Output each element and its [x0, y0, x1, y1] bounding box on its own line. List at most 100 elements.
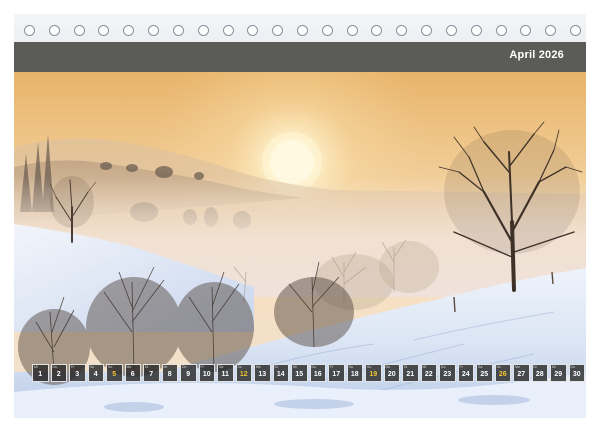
day-cell: Do 9	[180, 364, 197, 382]
day-weekday: Di	[533, 365, 537, 369]
day-weekday: Sa	[89, 365, 94, 369]
day-cell: So 26	[494, 364, 511, 382]
day-number: 9	[186, 371, 191, 378]
day-cell: Fr 24	[457, 364, 474, 382]
day-weekday: Mi	[422, 365, 427, 369]
day-number: 6	[130, 371, 135, 378]
day-weekday: So	[496, 365, 501, 369]
day-cell: Mi 22	[420, 364, 437, 382]
day-weekday: Mo	[126, 365, 132, 369]
day-weekday: Mi	[552, 365, 556, 369]
day-weekday: Do	[570, 365, 575, 369]
spiral-hole	[98, 25, 110, 36]
day-number: 5	[112, 371, 117, 378]
spiral-hole	[421, 25, 433, 36]
day-cell: Mi 1	[32, 364, 49, 382]
day-weekday: Di	[145, 365, 149, 369]
day-weekday: So	[367, 365, 372, 369]
spiral-hole	[396, 25, 408, 36]
spiral-hole	[545, 25, 557, 36]
day-cell: Fr 3	[69, 364, 86, 382]
spiral-hole	[272, 25, 284, 36]
spiral-hole	[321, 25, 333, 36]
day-number: 16	[313, 371, 322, 378]
day-weekday: Fr	[330, 365, 334, 369]
day-weekday: Fr	[200, 365, 204, 369]
day-number: 22	[424, 371, 433, 378]
day-cell: Do 2	[50, 364, 67, 382]
day-cell: Mo 6	[124, 364, 141, 382]
day-cell: Mi 29	[550, 364, 567, 382]
day-number: 30	[572, 371, 581, 378]
day-cell: Do 23	[439, 364, 456, 382]
day-weekday: Mo	[256, 365, 261, 369]
day-number: 1	[38, 371, 43, 378]
day-weekday: Mi	[293, 365, 297, 369]
day-number: 27	[517, 371, 526, 378]
day-cell: Mo 27	[513, 364, 530, 382]
day-number: 14	[276, 371, 285, 378]
spiral-hole	[570, 25, 581, 36]
day-weekday: Sa	[219, 365, 224, 369]
spiral-hole	[520, 25, 532, 36]
day-number: 21	[406, 371, 415, 378]
day-number: 28	[535, 371, 544, 378]
spiral-hole	[297, 25, 308, 36]
spiral-hole	[222, 25, 234, 36]
day-number: 18	[350, 371, 359, 378]
day-number: 26	[498, 371, 507, 378]
day-weekday: Fr	[71, 365, 75, 369]
day-weekday: Sa	[348, 365, 353, 369]
day-cell: So 19	[365, 364, 382, 382]
day-cell: Fr 10	[198, 364, 215, 382]
day-weekday: Mi	[163, 365, 168, 369]
day-weekday: Di	[274, 365, 278, 369]
day-cell: Di 21	[402, 364, 419, 382]
day-weekday: Mo	[385, 365, 391, 369]
spiral-hole	[346, 25, 358, 36]
day-weekday: Mi	[34, 365, 38, 369]
day-number: 23	[443, 371, 452, 378]
day-weekday: Do	[52, 365, 57, 369]
day-cell: Di 7	[143, 364, 160, 382]
spiral-hole	[445, 25, 457, 36]
spiral-hole	[470, 25, 482, 36]
day-number: 11	[221, 371, 229, 378]
spiral-hole	[371, 25, 383, 36]
spiral-hole	[24, 25, 35, 36]
day-weekday: So	[237, 365, 242, 369]
day-weekday: Fr	[459, 365, 463, 369]
day-cell: So 5	[106, 364, 123, 382]
month-title: April 2026	[509, 49, 564, 61]
day-number: 13	[258, 371, 267, 378]
day-number: 25	[480, 371, 489, 378]
day-number: 2	[56, 371, 61, 378]
day-number: 10	[202, 371, 211, 378]
spiral-hole	[172, 25, 184, 36]
day-number: 17	[332, 371, 341, 378]
spiral-hole	[148, 25, 160, 36]
day-number: 29	[554, 371, 563, 378]
spiral-hole	[197, 25, 209, 36]
spiral-hole	[495, 25, 507, 36]
day-cell: Sa 11	[217, 364, 234, 382]
day-number: 7	[149, 371, 154, 378]
day-cell: Di 14	[272, 364, 289, 382]
day-number: 15	[295, 371, 304, 378]
day-cell: Fr 17	[328, 364, 345, 382]
month-header: April 2026	[14, 42, 586, 72]
day-cell: Mo 13	[254, 364, 271, 382]
day-weekday: Mo	[515, 365, 520, 369]
calendar-page: April 2026 Mi 1 Do 2 Fr 3 Sa 4 So 5 Mo 6…	[14, 14, 586, 418]
day-weekday: Di	[404, 365, 408, 369]
day-number: 8	[167, 371, 172, 378]
day-number: 24	[461, 371, 470, 378]
day-weekday: Do	[311, 365, 316, 369]
spiral-hole	[123, 25, 135, 36]
day-cell: Sa 25	[476, 364, 493, 382]
day-weekday: Sa	[478, 365, 483, 369]
day-cell: Di 28	[531, 364, 548, 382]
day-cell: So 12	[235, 364, 252, 382]
day-number: 4	[93, 371, 98, 378]
day-number: 12	[239, 371, 248, 378]
